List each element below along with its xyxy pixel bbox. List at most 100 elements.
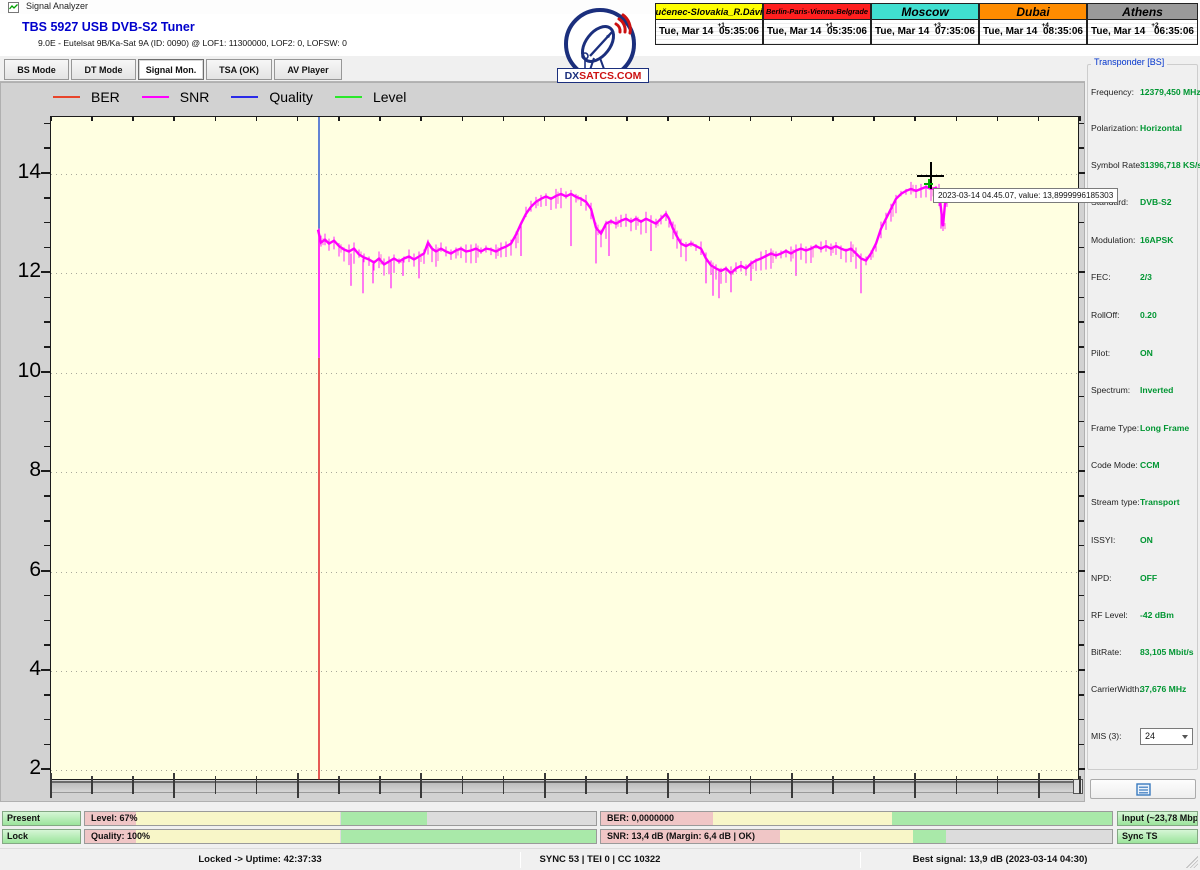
progress-bar-level: Level: 67%: [84, 811, 597, 826]
x-top-tick: [132, 116, 134, 121]
resize-grip[interactable]: [1186, 856, 1198, 868]
clock-city-label: Athens: [1088, 4, 1197, 20]
y-minor-tick-right: [1079, 495, 1084, 496]
clock-time: 06:35:06: [1154, 26, 1194, 37]
clock-time-row: Tue, Mar 14+206:35:06: [1088, 20, 1197, 44]
transponder-label-npd: NPD:: [1091, 573, 1112, 583]
transponder-value-bitrate: 83,105 Mbit/s: [1140, 647, 1194, 657]
clock-time-row: Tue, Mar 14+105:35:06: [656, 20, 762, 44]
transponder-label-code-mode: Code Mode:: [1091, 460, 1138, 470]
y-minor-tick-right: [1079, 520, 1084, 521]
legend-label: SNR: [180, 89, 210, 105]
y-minor-tick-right: [1079, 123, 1084, 124]
data-point-marker-h: [924, 183, 933, 185]
tuner-title: TBS 5927 USB DVB-S2 Tuner: [22, 20, 195, 34]
x-top-tick: [379, 116, 381, 121]
legend-label: Level: [373, 89, 406, 105]
transponder-value-rf-level: -42 dBm: [1140, 610, 1174, 620]
mis-dropdown[interactable]: 24: [1140, 728, 1193, 745]
x-bottom-tick: [956, 776, 958, 794]
y-minor-tick-right: [1079, 297, 1084, 298]
x-top-tick: [832, 116, 834, 121]
y-axis-label-10: 10: [7, 359, 41, 383]
logo-text-rest: SATCS.COM: [579, 70, 641, 82]
tab-dt-mode[interactable]: DT Mode: [71, 59, 136, 80]
transponder-label-frame-type: Frame Type:: [1091, 423, 1139, 433]
tab-tsa-ok[interactable]: TSA (OK): [206, 59, 272, 80]
bar-label: BER: 0,0000000: [607, 812, 674, 825]
x-top-tick: [956, 116, 958, 121]
x-top-tick: [215, 116, 217, 121]
tab-bs-mode[interactable]: BS Mode: [4, 59, 69, 80]
y-major-tick-6: [41, 570, 50, 572]
gridline-y4: [51, 671, 1080, 672]
bar-segment: [913, 830, 946, 843]
bar-label: Level: 67%: [91, 812, 138, 825]
legend-line-snr: [142, 96, 169, 98]
progress-bar-quality: Quality: 100%: [84, 829, 597, 844]
y-axis-label-12: 12: [7, 259, 41, 283]
tab-signal-mon[interactable]: Signal Mon.: [138, 59, 204, 80]
y-major-tick-2: [41, 768, 50, 770]
signal-analyzer-window: Signal Analyzer TBS 5927 USB DVB-S2 Tune…: [0, 0, 1200, 870]
y-minor-tick: [44, 421, 50, 422]
x-bottom-tick-major: [173, 773, 175, 798]
status-sync-counters: SYNC 53 | TEI 0 | CC 10322: [540, 854, 661, 865]
clock-time-row: Tue, Mar 14+105:35:06: [764, 20, 870, 44]
transponder-label-rf-level: RF Level:: [1091, 610, 1128, 620]
y-minor-tick-right: [1079, 421, 1084, 422]
bar-label: Quality: 100%: [91, 830, 150, 843]
chart-tooltip: 2023-03-14 04.45.07, value: 13,899999618…: [933, 188, 1118, 203]
clock-panel-berlin: Berlin-Paris-Vienna-BelgradeTue, Mar 14+…: [763, 3, 871, 45]
y-minor-tick-right: [1079, 545, 1084, 546]
transponder-label-modulation: Modulation:: [1091, 235, 1135, 245]
y-minor-tick: [44, 744, 50, 745]
clock-panel-dubai: DubaiTue, Mar 14+408:35:06: [979, 3, 1087, 45]
x-top-tick: [503, 116, 505, 121]
tuner-subtitle: 9.0E - Eutelsat 9B/Ka-Sat 9A (ID: 0090) …: [38, 38, 347, 48]
logo-text-dx: DX: [565, 70, 580, 82]
y-minor-tick: [44, 297, 50, 298]
y-minor-tick: [44, 719, 50, 720]
bar-segment: [713, 812, 892, 825]
mode-tabstrip: BS ModeDT ModeSignal Mon.TSA (OK)AV Play…: [0, 56, 1085, 82]
snr-trace: [51, 117, 1080, 781]
mis-label: MIS (3):: [1091, 731, 1122, 741]
x-top-tick: [420, 116, 422, 121]
window-title: Signal Analyzer: [26, 1, 88, 11]
x-axis-end-box: [1073, 779, 1083, 794]
x-top-tick: [585, 116, 587, 121]
x-bottom-tick: [585, 776, 587, 794]
legend-label: Quality: [269, 89, 313, 105]
stream-list-button[interactable]: [1090, 779, 1196, 799]
tab-av-player[interactable]: AV Player: [274, 59, 342, 80]
y-minor-tick: [44, 520, 50, 521]
y-minor-tick-right: [1079, 719, 1084, 720]
bar-segment: [136, 830, 340, 843]
transponder-value-fec: 2/3: [1140, 272, 1152, 282]
y-axis-label-2: 2: [7, 756, 41, 780]
clock-time: 07:35:06: [935, 26, 975, 37]
y-minor-tick-right: [1079, 247, 1084, 248]
transponder-value-stream-type: Transport: [1140, 497, 1180, 507]
clock-time: 05:35:06: [719, 26, 759, 37]
x-bottom-tick: [750, 776, 752, 794]
transponder-label-polarization: Polarization:: [1091, 123, 1138, 133]
status-divider: [860, 852, 861, 868]
y-axis-label-6: 6: [7, 558, 41, 582]
plot-area[interactable]: [50, 116, 1079, 780]
status-box-input-23-78-mbps: Input (~23,78 Mbps): [1117, 811, 1198, 826]
chart-legend: BERSNRQualityLevel: [53, 89, 428, 105]
transponder-value-npd: OFF: [1140, 573, 1157, 583]
gridline-y2: [51, 770, 1080, 771]
x-top-tick: [914, 116, 916, 121]
y-minor-tick-right: [1079, 147, 1084, 148]
x-top-tick: [173, 116, 175, 121]
x-bottom-tick: [256, 776, 258, 794]
x-bottom-tick: [215, 776, 217, 794]
x-top-tick: [667, 116, 669, 121]
legend-item-quality: Quality: [231, 89, 313, 105]
x-top-tick: [791, 116, 793, 121]
bar-segment: [780, 830, 913, 843]
gridline-y8: [51, 472, 1080, 473]
